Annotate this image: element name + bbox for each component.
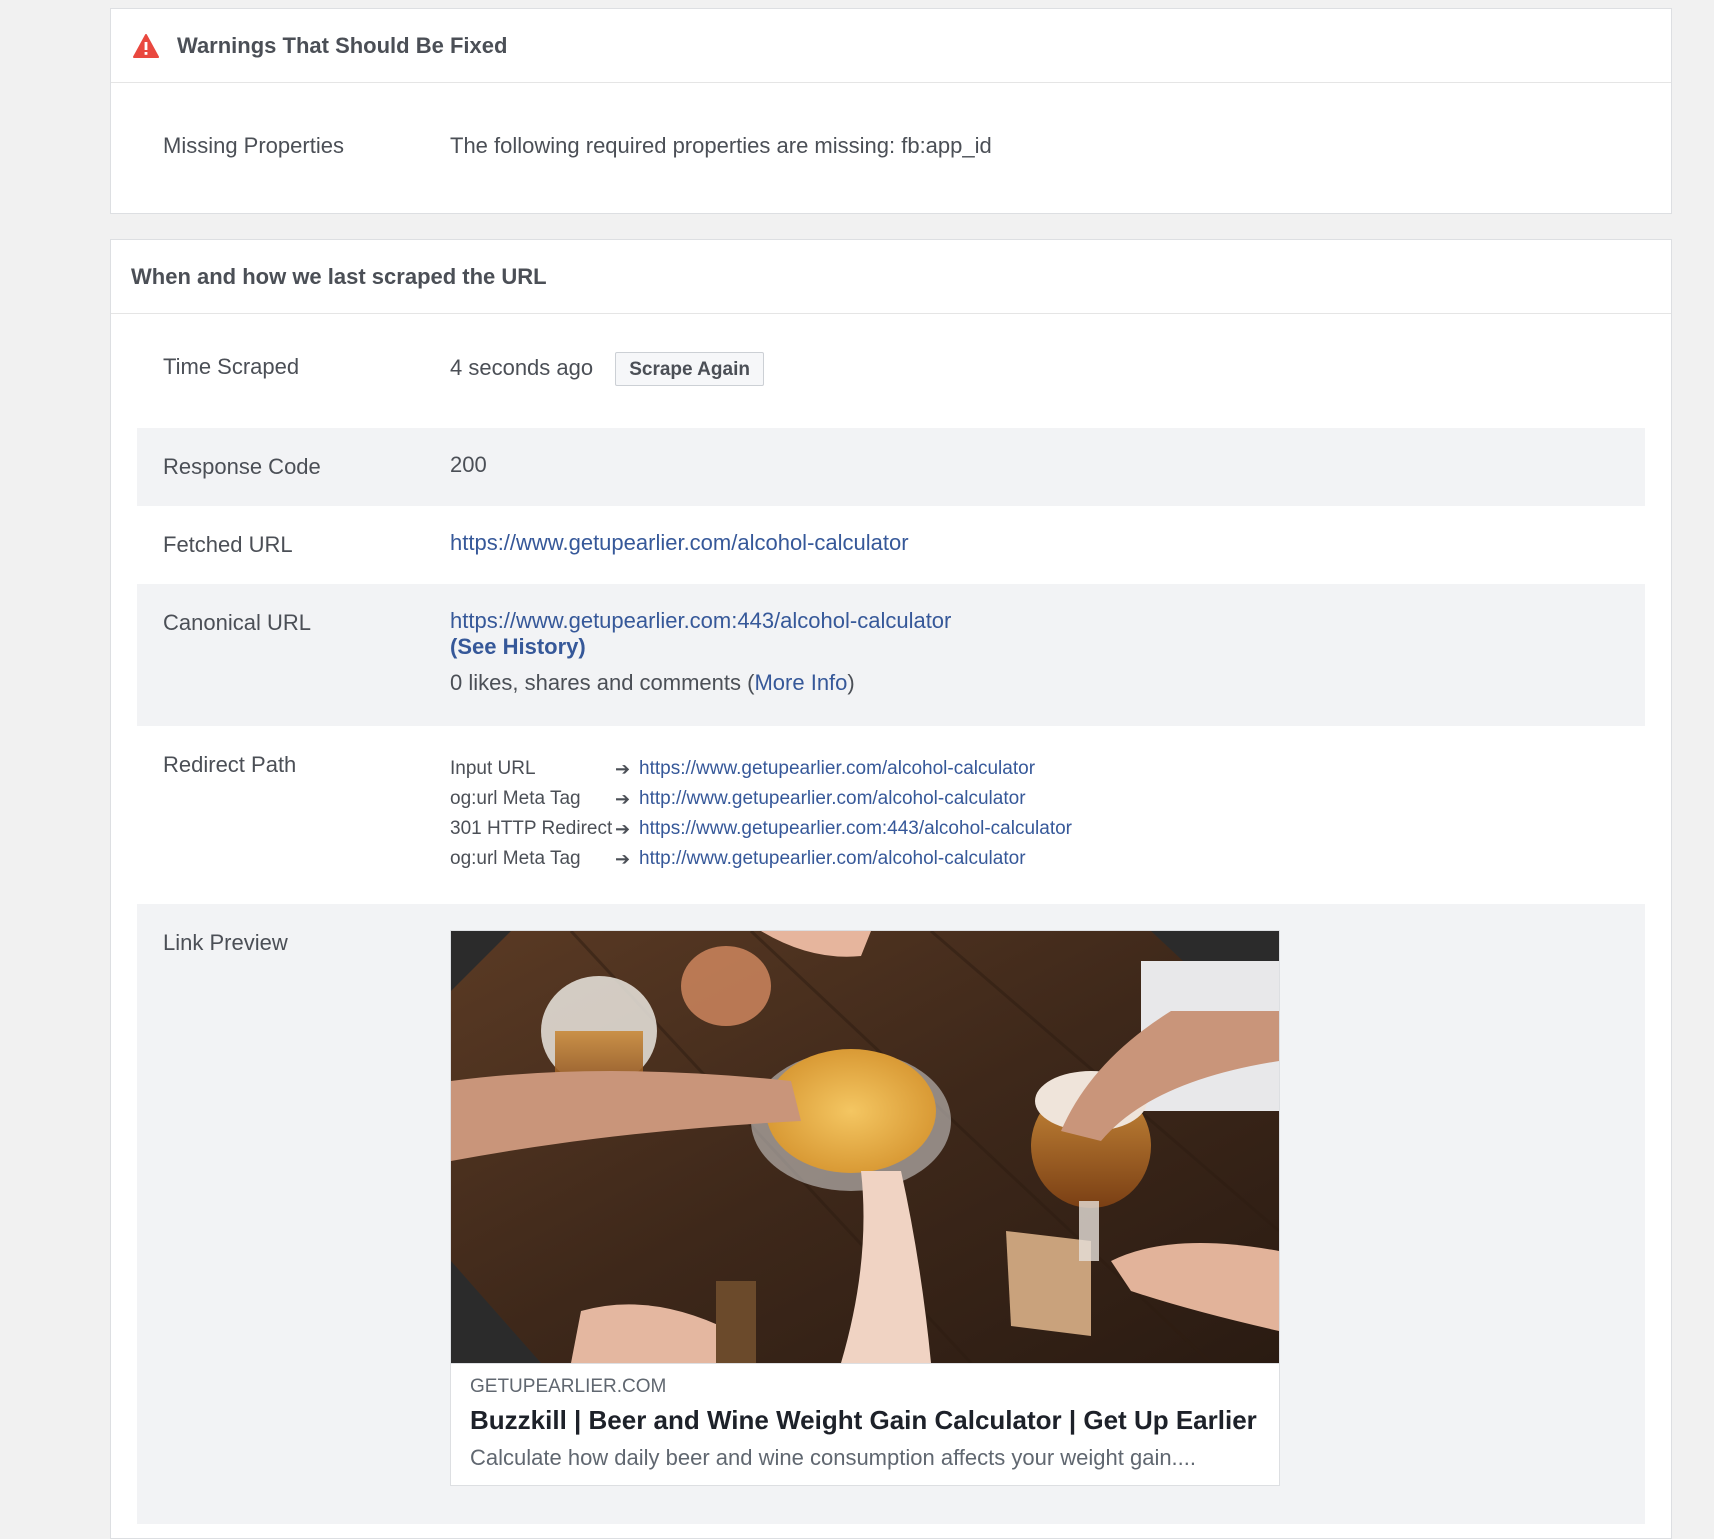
more-info-link[interactable]: More Info — [754, 670, 847, 695]
engagement-text: 0 likes, shares and comments ( — [450, 670, 755, 695]
redirect-type: Input URL — [450, 758, 536, 779]
canonical-url-link[interactable]: https://www.getupearlier.com:443/alcohol… — [450, 608, 951, 633]
response-code-label: Response Code — [163, 454, 321, 479]
preview-image — [451, 931, 1279, 1363]
redirect-url-link[interactable]: https://www.getupearlier.com/alcohol-cal… — [639, 754, 1035, 784]
arrow-right-icon: ➔ — [615, 849, 631, 869]
missing-properties-value: The following required properties are mi… — [450, 133, 992, 158]
link-preview-card[interactable]: GETUPEARLIER.COM Buzzkill | Beer and Win… — [450, 930, 1280, 1486]
arrow-right-icon: ➔ — [615, 759, 631, 779]
redirect-row: og:url Meta Tag ➔ http://www.getupearlie… — [450, 844, 1072, 874]
scrape-title: When and how we last scraped the URL — [131, 263, 547, 289]
redirect-type: og:url Meta Tag — [450, 848, 581, 869]
link-preview-label: Link Preview — [163, 930, 288, 955]
fetched-url-label: Fetched URL — [163, 532, 293, 557]
link-preview-row: Link Preview GETUPEARLIER.COM Buzzkill |… — [137, 904, 1645, 1524]
canonical-url-row: Canonical URL https://www.getupearlier.c… — [137, 584, 1645, 726]
redirect-row: og:url Meta Tag ➔ http://www.getupearlie… — [450, 784, 1072, 814]
warnings-title: Warnings That Should Be Fixed — [177, 32, 508, 58]
fetched-url-link[interactable]: https://www.getupearlier.com/alcohol-cal… — [450, 530, 909, 556]
canonical-url-value-group: https://www.getupearlier.com:443/alcohol… — [450, 608, 951, 696]
missing-properties-label: Missing Properties — [163, 133, 344, 158]
redirect-path-label: Redirect Path — [163, 752, 297, 777]
response-code-value: 200 — [450, 452, 487, 477]
redirect-url-link[interactable]: https://www.getupearlier.com:443/alcohol… — [639, 814, 1072, 844]
preview-description: Calculate how daily beer and wine consum… — [470, 1445, 1197, 1470]
link-preview-text: GETUPEARLIER.COM Buzzkill | Beer and Win… — [451, 1363, 1279, 1485]
redirect-type: 301 HTTP Redirect — [450, 818, 613, 839]
warnings-header: Warnings That Should Be Fixed — [111, 9, 1671, 83]
warning-triangle-icon — [133, 33, 159, 58]
scrape-header: When and how we last scraped the URL — [111, 240, 1671, 314]
redirect-row: 301 HTTP Redirect ➔ https://www.getupear… — [450, 814, 1072, 844]
engagement-line: 0 likes, shares and comments (More Info) — [450, 670, 951, 696]
redirect-url-link[interactable]: http://www.getupearlier.com/alcohol-calc… — [639, 844, 1026, 874]
preview-title: Buzzkill | Beer and Wine Weight Gain Cal… — [470, 1405, 1257, 1435]
warning-row-missing-properties: Missing Properties The following require… — [137, 83, 1645, 213]
arrow-right-icon: ➔ — [615, 789, 631, 809]
time-scraped-label: Time Scraped — [163, 354, 300, 379]
redirect-type: og:url Meta Tag — [450, 788, 581, 809]
scrape-info-panel: When and how we last scraped the URL Tim… — [110, 239, 1672, 1539]
time-scraped-value: 4 seconds ago — [450, 354, 594, 380]
redirect-path-row: Redirect Path Input URL ➔ https://www.ge… — [137, 726, 1645, 904]
scrape-again-button[interactable]: Scrape Again — [615, 352, 764, 386]
redirect-path-list: Input URL ➔ https://www.getupearlier.com… — [450, 754, 1072, 874]
time-scraped-value-group: 4 seconds ago Scrape Again — [450, 352, 764, 386]
time-scraped-row: Time Scraped 4 seconds ago Scrape Again — [137, 328, 1645, 408]
arrow-right-icon: ➔ — [615, 819, 631, 839]
redirect-url-link[interactable]: http://www.getupearlier.com/alcohol-calc… — [639, 784, 1026, 814]
warnings-panel: Warnings That Should Be Fixed Missing Pr… — [110, 8, 1672, 214]
engagement-suffix: ) — [847, 670, 855, 695]
canonical-url-label: Canonical URL — [163, 610, 311, 635]
preview-domain: GETUPEARLIER.COM — [470, 1376, 667, 1397]
redirect-row: Input URL ➔ https://www.getupearlier.com… — [450, 754, 1072, 784]
see-history-link[interactable]: (See History) — [450, 634, 586, 659]
fetched-url-row: Fetched URL https://www.getupearlier.com… — [137, 506, 1645, 584]
response-code-row: Response Code 200 — [137, 428, 1645, 506]
